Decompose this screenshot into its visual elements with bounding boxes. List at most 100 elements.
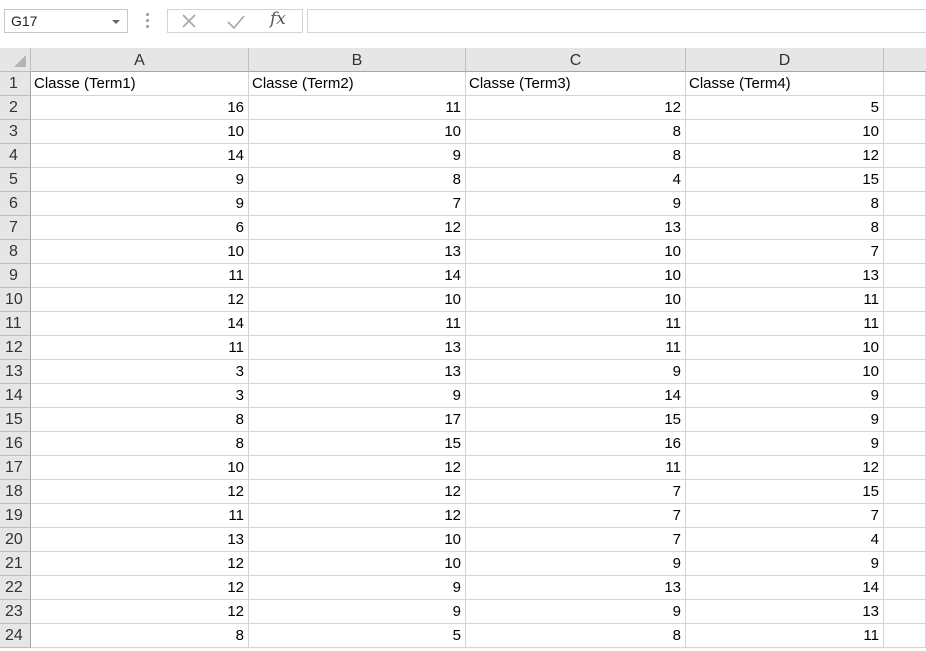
cell-c24[interactable]: 8 [466, 624, 686, 648]
cell-e3[interactable] [884, 120, 926, 144]
cell-a23[interactable]: 12 [31, 600, 249, 624]
cell-d21[interactable]: 9 [686, 552, 884, 576]
cell-b2[interactable]: 11 [249, 96, 466, 120]
cell-e4[interactable] [884, 144, 926, 168]
cell-a5[interactable]: 9 [31, 168, 249, 192]
cell-d11[interactable]: 11 [686, 312, 884, 336]
cell-c8[interactable]: 10 [466, 240, 686, 264]
cell-c21[interactable]: 9 [466, 552, 686, 576]
row-header-23[interactable]: 23 [0, 600, 31, 624]
cell-a14[interactable]: 3 [31, 384, 249, 408]
column-header-b[interactable]: B [249, 48, 466, 72]
column-header-e[interactable] [884, 48, 926, 72]
cell-c14[interactable]: 14 [466, 384, 686, 408]
cell-b21[interactable]: 10 [249, 552, 466, 576]
row-header-6[interactable]: 6 [0, 192, 31, 216]
cell-e15[interactable] [884, 408, 926, 432]
cell-a3[interactable]: 10 [31, 120, 249, 144]
cell-c11[interactable]: 11 [466, 312, 686, 336]
cell-e10[interactable] [884, 288, 926, 312]
insert-function-icon[interactable]: fx [270, 9, 286, 29]
cell-b6[interactable]: 7 [249, 192, 466, 216]
row-header-9[interactable]: 9 [0, 264, 31, 288]
cell-c5[interactable]: 4 [466, 168, 686, 192]
cell-b11[interactable]: 11 [249, 312, 466, 336]
cell-a20[interactable]: 13 [31, 528, 249, 552]
cell-c2[interactable]: 12 [466, 96, 686, 120]
row-header-11[interactable]: 11 [0, 312, 31, 336]
cell-e23[interactable] [884, 600, 926, 624]
cell-b5[interactable]: 8 [249, 168, 466, 192]
cell-a1[interactable]: Classe (Term1) [31, 72, 249, 96]
cell-b24[interactable]: 5 [249, 624, 466, 648]
cell-b4[interactable]: 9 [249, 144, 466, 168]
cell-e18[interactable] [884, 480, 926, 504]
cell-a7[interactable]: 6 [31, 216, 249, 240]
cell-e8[interactable] [884, 240, 926, 264]
cell-b19[interactable]: 12 [249, 504, 466, 528]
cell-e24[interactable] [884, 624, 926, 648]
cell-b22[interactable]: 9 [249, 576, 466, 600]
cell-d16[interactable]: 9 [686, 432, 884, 456]
cell-c13[interactable]: 9 [466, 360, 686, 384]
cell-c3[interactable]: 8 [466, 120, 686, 144]
cell-e16[interactable] [884, 432, 926, 456]
cell-c10[interactable]: 10 [466, 288, 686, 312]
row-header-13[interactable]: 13 [0, 360, 31, 384]
cell-a16[interactable]: 8 [31, 432, 249, 456]
cell-c16[interactable]: 16 [466, 432, 686, 456]
row-header-20[interactable]: 20 [0, 528, 31, 552]
cell-c1[interactable]: Classe (Term3) [466, 72, 686, 96]
cell-c15[interactable]: 15 [466, 408, 686, 432]
cell-d20[interactable]: 4 [686, 528, 884, 552]
cell-b1[interactable]: Classe (Term2) [249, 72, 466, 96]
row-header-14[interactable]: 14 [0, 384, 31, 408]
cell-a11[interactable]: 14 [31, 312, 249, 336]
cell-b18[interactable]: 12 [249, 480, 466, 504]
cell-d7[interactable]: 8 [686, 216, 884, 240]
cell-e7[interactable] [884, 216, 926, 240]
cell-c4[interactable]: 8 [466, 144, 686, 168]
cell-e5[interactable] [884, 168, 926, 192]
name-box-dropdown-icon[interactable] [112, 20, 120, 24]
cell-b9[interactable]: 14 [249, 264, 466, 288]
row-header-17[interactable]: 17 [0, 456, 31, 480]
cell-d6[interactable]: 8 [686, 192, 884, 216]
cell-e21[interactable] [884, 552, 926, 576]
row-header-8[interactable]: 8 [0, 240, 31, 264]
row-header-19[interactable]: 19 [0, 504, 31, 528]
cell-e19[interactable] [884, 504, 926, 528]
cell-e2[interactable] [884, 96, 926, 120]
cell-d15[interactable]: 9 [686, 408, 884, 432]
cell-b20[interactable]: 10 [249, 528, 466, 552]
cell-e1[interactable] [884, 72, 926, 96]
cell-d1[interactable]: Classe (Term4) [686, 72, 884, 96]
column-header-d[interactable]: D [686, 48, 884, 72]
cell-e6[interactable] [884, 192, 926, 216]
cell-d12[interactable]: 10 [686, 336, 884, 360]
cell-b10[interactable]: 10 [249, 288, 466, 312]
cell-c22[interactable]: 13 [466, 576, 686, 600]
cell-a22[interactable]: 12 [31, 576, 249, 600]
cell-c12[interactable]: 11 [466, 336, 686, 360]
cell-e14[interactable] [884, 384, 926, 408]
cell-c18[interactable]: 7 [466, 480, 686, 504]
cell-e20[interactable] [884, 528, 926, 552]
row-header-16[interactable]: 16 [0, 432, 31, 456]
cell-a21[interactable]: 12 [31, 552, 249, 576]
cell-e11[interactable] [884, 312, 926, 336]
row-header-5[interactable]: 5 [0, 168, 31, 192]
cell-a15[interactable]: 8 [31, 408, 249, 432]
cell-d5[interactable]: 15 [686, 168, 884, 192]
cell-a10[interactable]: 12 [31, 288, 249, 312]
row-header-2[interactable]: 2 [0, 96, 31, 120]
cell-b8[interactable]: 13 [249, 240, 466, 264]
cancel-icon[interactable] [180, 12, 200, 32]
cell-d9[interactable]: 13 [686, 264, 884, 288]
cell-b15[interactable]: 17 [249, 408, 466, 432]
cell-d2[interactable]: 5 [686, 96, 884, 120]
cell-b16[interactable]: 15 [249, 432, 466, 456]
cell-a24[interactable]: 8 [31, 624, 249, 648]
cell-a2[interactable]: 16 [31, 96, 249, 120]
row-header-1[interactable]: 1 [0, 72, 31, 96]
